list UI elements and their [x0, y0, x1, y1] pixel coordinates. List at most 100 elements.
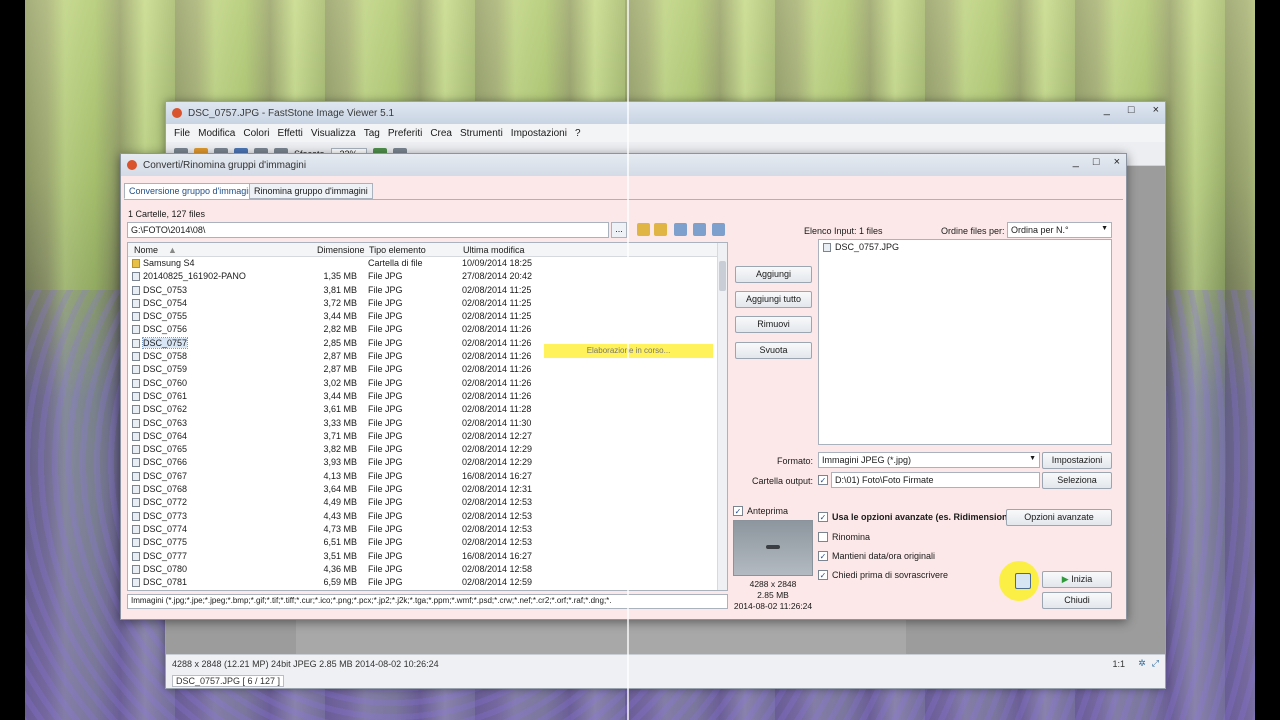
menu-edit[interactable]: Modifica — [198, 128, 235, 139]
rename-checkbox[interactable] — [818, 532, 828, 542]
add-button[interactable]: Aggiungi — [735, 266, 812, 283]
file-type-filter[interactable]: Immagini (*.jpg;*.jpe;*.jpeg;*.bmp;*.gif… — [127, 594, 728, 609]
column-name[interactable]: Nome — [134, 245, 158, 255]
file-row[interactable]: DSC_0760 3,02 MB File JPG 02/08/2014 11:26 — [128, 377, 727, 390]
folder-up-icon[interactable] — [637, 223, 650, 236]
file-date: 27/08/2014 20:42 — [462, 271, 533, 282]
column-type[interactable]: Tipo elemento — [369, 245, 426, 255]
file-row[interactable]: DSC_0762 3,61 MB File JPG 02/08/2014 11:28 — [128, 403, 727, 416]
path-input[interactable]: G:\FOTO\2014\08\ — [127, 222, 609, 238]
file-row[interactable]: DSC_0781 6,59 MB File JPG 02/08/2014 12:59 — [128, 576, 727, 589]
main-titlebar[interactable]: DSC_0757.JPG - FastStone Image Viewer 5.… — [166, 102, 1165, 124]
output-folder-input[interactable]: D:\01) Foto\Foto Firmate — [831, 472, 1040, 488]
start-button[interactable]: ▶ Inizia — [1042, 571, 1112, 588]
file-row[interactable]: DSC_0759 2,87 MB File JPG 02/08/2014 11:26 — [128, 363, 727, 376]
file-row[interactable]: DSC_0768 3,64 MB File JPG 02/08/2014 12:31 — [128, 483, 727, 496]
menu-view[interactable]: Visualizza — [311, 128, 356, 139]
menu-file[interactable]: File — [174, 128, 190, 139]
file-row[interactable]: DSC_0753 3,81 MB File JPG 02/08/2014 11:25 — [128, 284, 727, 297]
confirm-overwrite-checkbox[interactable]: ✓ — [818, 570, 828, 580]
menu-create[interactable]: Crea — [430, 128, 452, 139]
file-row[interactable]: DSC_0767 4,13 MB File JPG 16/08/2014 16:27 — [128, 470, 727, 483]
menu-colors[interactable]: Colori — [243, 128, 269, 139]
close-dialog-button[interactable]: Chiudi — [1042, 592, 1112, 609]
browse-button[interactable]: ... — [611, 222, 627, 238]
view-list-icon[interactable] — [693, 223, 706, 236]
image-file-icon — [132, 485, 140, 495]
menu-tag[interactable]: Tag — [364, 128, 380, 139]
file-row[interactable]: DSC_0773 4,43 MB File JPG 02/08/2014 12:53 — [128, 510, 727, 523]
convert-icon[interactable] — [1015, 573, 1031, 589]
advanced-options-checkbox[interactable]: ✓ — [818, 512, 828, 522]
file-row[interactable]: DSC_0777 3,51 MB File JPG 16/08/2014 16:27 — [128, 550, 727, 563]
advanced-options-button[interactable]: Opzioni avanzate — [1006, 509, 1112, 526]
minimize-button[interactable]: _ — [1104, 104, 1110, 116]
format-select[interactable]: Immagini JPEG (*.jpg) ▼ — [818, 452, 1040, 468]
keep-date-checkbox[interactable]: ✓ — [818, 551, 828, 561]
zoom-ratio[interactable]: 1:1 — [1112, 659, 1125, 669]
file-row[interactable]: DSC_0772 4,49 MB File JPG 02/08/2014 12:53 — [128, 496, 727, 509]
file-size: 3,51 MB — [323, 550, 357, 561]
file-row[interactable]: DSC_0755 3,44 MB File JPG 02/08/2014 11:25 — [128, 310, 727, 323]
image-file-icon — [132, 578, 140, 588]
view-details-icon[interactable] — [712, 223, 725, 236]
menu-settings[interactable]: Impostazioni — [511, 128, 567, 139]
scroll-thumb[interactable] — [719, 261, 726, 291]
close-button[interactable]: × — [1153, 104, 1159, 116]
file-row[interactable]: DSC_0764 3,71 MB File JPG 02/08/2014 12:27 — [128, 430, 727, 443]
input-file-item[interactable]: DSC_0757.JPG — [823, 242, 899, 252]
file-row[interactable]: DSC_0761 3,44 MB File JPG 02/08/2014 11:26 — [128, 390, 727, 403]
clear-button[interactable]: Svuota — [735, 342, 812, 359]
input-list-label: Elenco Input: 1 files — [804, 226, 883, 236]
file-size: 4,49 MB — [323, 497, 357, 508]
dialog-titlebar[interactable]: Converti/Rinomina gruppi d'immagini _ □ … — [121, 154, 1126, 176]
select-folder-button[interactable]: Seleziona — [1042, 472, 1112, 489]
remove-button[interactable]: Rimuovi — [735, 316, 812, 333]
input-file-list[interactable]: DSC_0757.JPG — [818, 239, 1112, 445]
settings-button[interactable]: Impostazioni — [1042, 452, 1112, 469]
file-row[interactable]: DSC_0763 3,33 MB File JPG 02/08/2014 11:30 — [128, 417, 727, 430]
file-row[interactable]: Samsung S4 Cartella di file 10/09/2014 18:… — [128, 257, 727, 270]
view-icons-icon[interactable] — [674, 223, 687, 236]
file-row[interactable]: DSC_0774 4,73 MB File JPG 02/08/2014 12:53 — [128, 523, 727, 536]
file-size: 3,93 MB — [323, 457, 357, 468]
new-folder-icon[interactable] — [654, 223, 667, 236]
file-position: DSC_0757.JPG [ 6 / 127 ] — [172, 675, 285, 687]
file-date: 10/09/2014 18:25 — [462, 258, 533, 268]
file-list-scrollbar[interactable] — [717, 243, 727, 590]
output-folder-checkbox[interactable]: ✓ — [818, 475, 828, 485]
image-file-icon — [132, 338, 140, 348]
menu-favorites[interactable]: Preferiti — [388, 128, 422, 139]
fullscreen-icon[interactable]: ⤢ — [1152, 658, 1159, 669]
add-all-button[interactable]: Aggiungi tutto — [735, 291, 812, 308]
sort-order-select[interactable]: Ordina per N.° ▼ — [1007, 222, 1112, 238]
column-date[interactable]: Ultima modifica — [463, 245, 525, 255]
image-file-icon — [132, 551, 140, 561]
file-type: File JPG — [368, 337, 403, 348]
file-date: 16/08/2014 16:27 — [462, 470, 533, 481]
dialog-maximize-button[interactable]: □ — [1093, 156, 1100, 168]
file-date: 02/08/2014 12:53 — [462, 523, 533, 534]
file-row[interactable]: DSC_0780 4,36 MB File JPG 02/08/2014 12:58 — [128, 563, 727, 576]
tab-convert[interactable]: Conversione gruppo d'immagini — [124, 183, 261, 199]
file-row[interactable]: DSC_0766 3,93 MB File JPG 02/08/2014 12:29 — [128, 456, 727, 469]
file-name: DSC_0773 — [143, 510, 188, 521]
file-row[interactable]: 20140825_161902-PANO 1,35 MB File JPG 27/08… — [128, 270, 727, 283]
column-size[interactable]: Dimensione — [317, 245, 365, 255]
maximize-button[interactable]: □ — [1128, 104, 1135, 116]
menu-help[interactable]: ? — [575, 128, 581, 139]
file-row[interactable]: DSC_0756 2,82 MB File JPG 02/08/2014 11:26 — [128, 323, 727, 336]
dialog-minimize-button[interactable]: _ — [1073, 156, 1079, 168]
settings-icon[interactable]: ✲ — [1138, 658, 1146, 669]
menu-effects[interactable]: Effetti — [278, 128, 303, 139]
preview-checkbox[interactable]: ✓ — [733, 506, 743, 516]
dialog-close-button[interactable]: × — [1114, 156, 1120, 168]
file-row[interactable]: DSC_0754 3,72 MB File JPG 02/08/2014 11:25 — [128, 297, 727, 310]
menu-tools[interactable]: Strumenti — [460, 128, 503, 139]
sort-label: Ordine files per: — [941, 226, 1005, 236]
file-type: File JPG — [368, 430, 403, 441]
tab-rename[interactable]: Rinomina gruppo d'immagini — [249, 183, 373, 199]
file-row[interactable]: DSC_0765 3,82 MB File JPG 02/08/2014 12:29 — [128, 443, 727, 456]
file-row[interactable]: DSC_0775 6,51 MB File JPG 02/08/2014 12:53 — [128, 536, 727, 549]
file-browser[interactable]: Nome ▲ Dimensione Tipo elemento Ultima m… — [127, 242, 728, 591]
